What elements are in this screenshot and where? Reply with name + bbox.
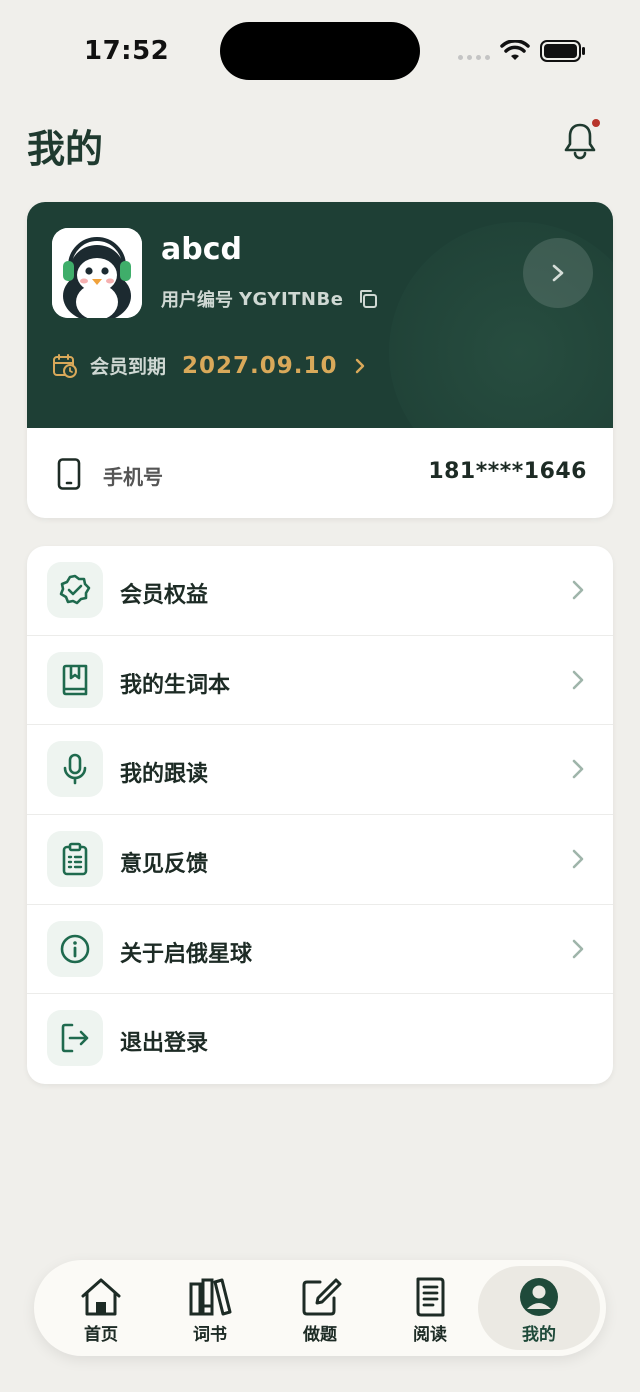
membership-expiry-row[interactable]: 会员到期 2027.09.10 bbox=[52, 352, 368, 379]
tab-home[interactable]: 首页 bbox=[46, 1266, 156, 1350]
tab-reading[interactable]: 阅读 bbox=[375, 1266, 485, 1350]
menu-item-label: 退出登录 bbox=[120, 1031, 209, 1057]
book-icon bbox=[62, 664, 88, 695]
chevron-right-icon bbox=[572, 580, 584, 600]
user-icon bbox=[520, 1278, 558, 1316]
chevron-right-icon bbox=[572, 939, 584, 959]
calendar-clock-icon bbox=[53, 353, 77, 378]
membership-label: 会员到期 bbox=[90, 356, 167, 378]
menu-item-read-along[interactable]: 我的跟读 bbox=[27, 725, 613, 816]
profile-header[interactable]: abcd 用户编号 YGYITNBe 会员到期 2027.09.10 bbox=[27, 202, 613, 428]
chevron-right-icon bbox=[572, 760, 584, 779]
tab-label: 做题 bbox=[303, 1325, 337, 1345]
menu-item-label: 会员权益 bbox=[120, 583, 209, 608]
page-title: 我的 bbox=[27, 127, 104, 171]
menu-item-feedback[interactable]: 意见反馈 bbox=[27, 815, 613, 905]
phone-icon bbox=[57, 458, 81, 490]
chevron-right-icon bbox=[552, 264, 564, 282]
chevron-right-icon bbox=[572, 670, 584, 689]
penguin-avatar-icon bbox=[52, 228, 142, 318]
user-id: 用户编号 YGYITNBe bbox=[161, 286, 379, 312]
menu-item-label: 意见反馈 bbox=[120, 852, 209, 878]
tab-label: 阅读 bbox=[413, 1325, 447, 1345]
dynamic-island bbox=[220, 22, 420, 80]
username: abcd bbox=[161, 232, 242, 267]
edit-icon bbox=[302, 1278, 342, 1316]
phone-row[interactable]: 手机号 181****1646 bbox=[27, 428, 613, 518]
tab-exercises[interactable]: 做题 bbox=[265, 1266, 375, 1350]
battery-icon bbox=[540, 40, 585, 62]
user-id-value: YGYITNBe bbox=[239, 288, 344, 310]
home-icon bbox=[81, 1278, 121, 1316]
wifi-icon bbox=[500, 40, 530, 60]
menu-item-vocabulary-book[interactable]: 我的生词本 bbox=[27, 636, 613, 726]
tab-label: 首页 bbox=[84, 1325, 118, 1345]
notification-badge bbox=[592, 119, 600, 127]
status-time: 17:52 bbox=[84, 36, 170, 66]
cellular-signal-icon bbox=[458, 55, 490, 60]
profile-detail-button[interactable] bbox=[523, 238, 593, 308]
document-icon bbox=[416, 1277, 445, 1317]
info-icon bbox=[60, 934, 90, 964]
microphone-icon bbox=[63, 754, 87, 785]
tab-word-books[interactable]: 词书 bbox=[155, 1266, 265, 1350]
menu-list: 会员权益 我的生词本 我的跟读 意见反馈 关于启俄星球 退出登录 bbox=[27, 546, 613, 1084]
membership-date: 2027.09.10 bbox=[182, 352, 338, 379]
profile-card: abcd 用户编号 YGYITNBe 会员到期 2027.09.10 手机号 1… bbox=[27, 202, 613, 518]
tab-label: 我的 bbox=[522, 1325, 556, 1345]
tab-bar: 首页 词书 做题 阅读 我的 bbox=[34, 1260, 606, 1356]
tab-profile[interactable]: 我的 bbox=[478, 1266, 600, 1350]
clipboard-icon bbox=[62, 842, 88, 876]
tab-label: 词书 bbox=[193, 1325, 227, 1345]
copy-icon[interactable] bbox=[357, 288, 379, 310]
menu-item-label: 我的跟读 bbox=[120, 762, 209, 788]
chevron-right-icon bbox=[355, 358, 364, 373]
logout-icon bbox=[61, 1024, 89, 1053]
phone-value: 181****1646 bbox=[428, 459, 587, 484]
menu-item-membership-benefits[interactable]: 会员权益 bbox=[27, 546, 613, 636]
avatar[interactable] bbox=[52, 228, 142, 318]
chevron-right-icon bbox=[572, 849, 584, 869]
books-icon bbox=[189, 1278, 232, 1316]
menu-item-logout[interactable]: 退出登录 bbox=[27, 994, 613, 1084]
menu-item-about[interactable]: 关于启俄星球 bbox=[27, 905, 613, 995]
user-id-label: 用户编号 bbox=[161, 290, 233, 311]
badge-check-icon bbox=[59, 574, 91, 605]
menu-item-label: 关于启俄星球 bbox=[120, 941, 253, 967]
menu-item-label: 我的生词本 bbox=[120, 672, 231, 698]
status-bar: 17:52 bbox=[0, 0, 640, 100]
phone-label: 手机号 bbox=[103, 465, 163, 489]
